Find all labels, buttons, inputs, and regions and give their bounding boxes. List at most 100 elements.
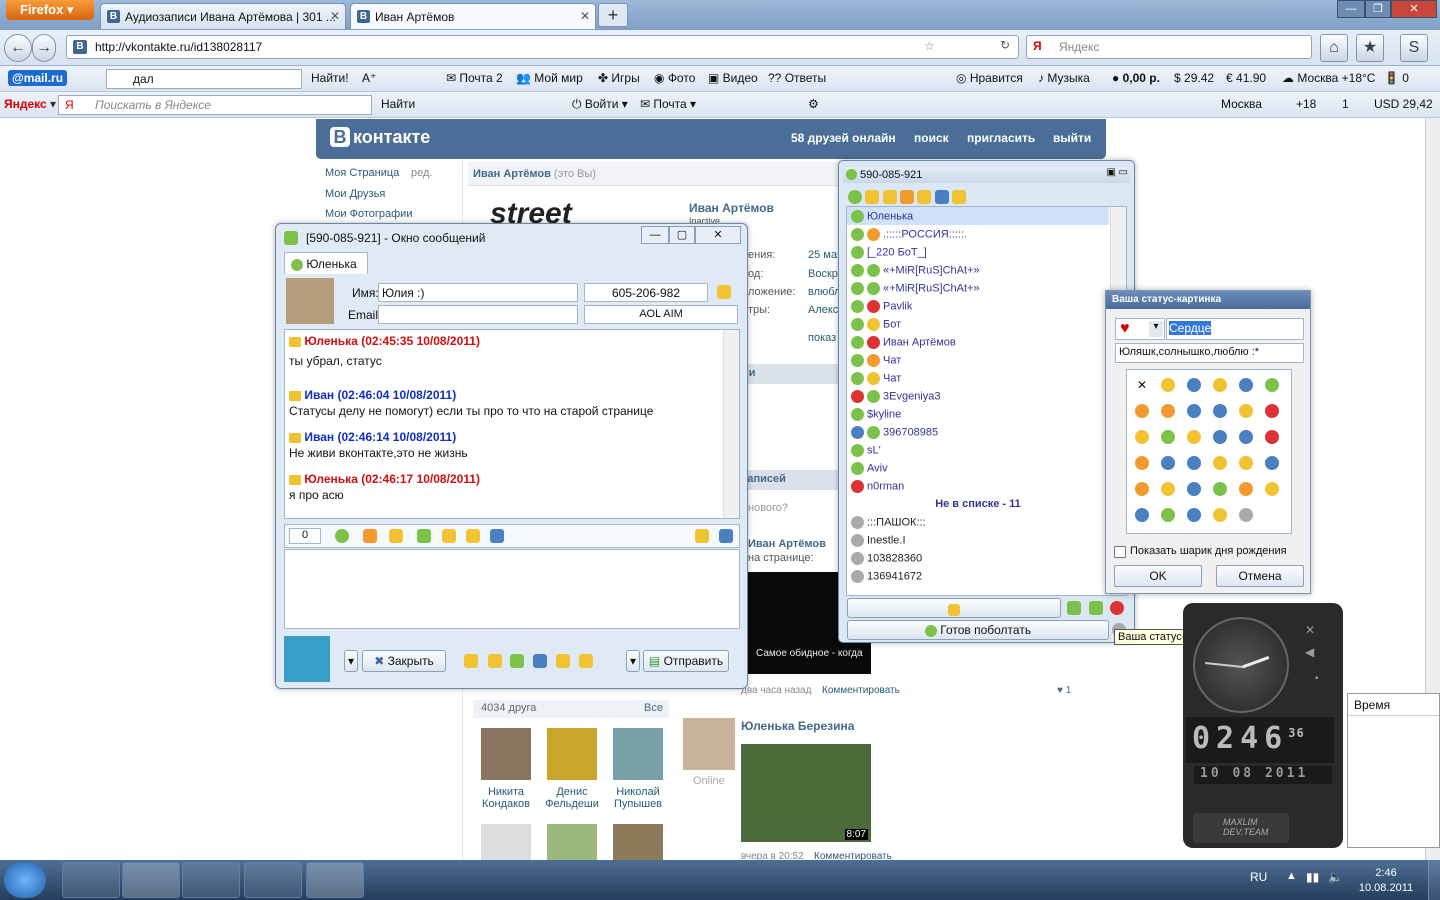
tab-audio[interactable]: В Аудиозаписи Ивана Артёмова | 301 ... ✕ xyxy=(100,3,346,29)
minimize-button[interactable]: — xyxy=(1337,0,1365,18)
traffic-icon[interactable]: 🚦 0 xyxy=(1384,71,1409,85)
friend-photo[interactable] xyxy=(481,824,531,860)
picture-icon[interactable] xyxy=(1239,430,1253,444)
tray-expand-icon[interactable]: ▲ xyxy=(1286,870,1297,882)
name-field[interactable]: Юлия :) xyxy=(378,283,578,302)
history-button-icon[interactable] xyxy=(488,654,502,668)
home-icon[interactable]: ⌂ xyxy=(1320,34,1348,62)
birthday-checkbox[interactable] xyxy=(1114,546,1126,558)
yandex-logo[interactable]: Яндекс ▾ xyxy=(4,97,56,111)
contact-item[interactable]: n0rman xyxy=(851,480,904,498)
contact-item[interactable]: Бот xyxy=(851,318,901,336)
gadget-prev-icon[interactable]: ◀ xyxy=(1305,645,1314,659)
picture-icon[interactable] xyxy=(442,529,456,543)
email-field[interactable] xyxy=(378,305,578,324)
picture-icon[interactable] xyxy=(1239,404,1253,418)
mailru-search-input[interactable]: дал xyxy=(106,69,302,89)
history-icon[interactable] xyxy=(466,529,480,543)
contact-item[interactable]: :::ПАШОК::: xyxy=(851,516,926,534)
chat-scrollbar[interactable] xyxy=(723,330,739,518)
invite-link[interactable]: пригласить xyxy=(967,131,1035,145)
picture-icon[interactable] xyxy=(1161,404,1175,418)
show-desktop-button[interactable] xyxy=(1428,860,1440,900)
chat-history[interactable]: Юленька (02:45:35 10/08/2011) ты убрал, с… xyxy=(284,329,740,519)
contact-item[interactable]: Ιnestle.Ι xyxy=(851,534,906,552)
picture-icon[interactable] xyxy=(1135,404,1149,418)
network-icon[interactable]: ▮▮ xyxy=(1306,870,1319,884)
maximize-button[interactable]: ❐ xyxy=(1365,0,1391,18)
system-clock[interactable]: 2:46 10.08.2011 xyxy=(1356,866,1416,896)
close-button[interactable]: ✖ Закрыть xyxy=(362,650,446,672)
friends-online-link[interactable]: 58 друзей онлайн xyxy=(791,131,896,145)
sidebar-my-photos[interactable]: Мои Фотографии xyxy=(325,208,412,220)
info-value[interactable]: Воскр xyxy=(808,268,838,280)
picture-icon[interactable] xyxy=(1265,482,1279,496)
options-icon[interactable] xyxy=(1089,601,1103,615)
group-header[interactable]: Не в списке - 11 xyxy=(847,498,1109,510)
answers-link[interactable]: ?? Ответы xyxy=(768,71,826,85)
friend-photo[interactable] xyxy=(547,824,597,860)
close-window-button[interactable]: ✕ xyxy=(1391,0,1437,18)
info-value[interactable]: Алекс xyxy=(808,304,838,316)
minimize-button[interactable]: — xyxy=(641,226,669,244)
info-icon[interactable] xyxy=(717,285,731,299)
picture-icon[interactable] xyxy=(1187,482,1201,496)
contact-item[interactable]: 396708985 xyxy=(851,426,938,444)
picture-icon[interactable] xyxy=(1187,430,1201,444)
tab-contact[interactable]: Юленька xyxy=(284,252,368,274)
friend-photo[interactable] xyxy=(613,728,663,780)
skype-icon[interactable]: S xyxy=(1400,34,1428,62)
money-value[interactable]: ● 0,00 р. xyxy=(1112,71,1160,85)
friend-photo[interactable] xyxy=(481,728,531,780)
message-input[interactable] xyxy=(284,549,740,629)
myworld-link[interactable]: 👥 Мой мир xyxy=(516,71,583,85)
wall-post-author[interactable]: Иван Артёмов xyxy=(748,538,826,550)
restore-icon[interactable]: ▣ xyxy=(1107,167,1116,178)
like-counter[interactable]: ♥ 1 xyxy=(1057,685,1071,696)
address-bar[interactable]: Вhttp://vkontakte.ru/id138028117 xyxy=(66,35,1019,59)
sidebar-my-page[interactable]: Моя Страница xyxy=(325,167,399,179)
mail-link[interactable]: ✉ Почта 2 xyxy=(446,71,503,85)
friend-name[interactable]: Никита Кондаков xyxy=(474,786,538,810)
picture-icon[interactable] xyxy=(1135,482,1149,496)
heart-icon[interactable] xyxy=(1265,430,1279,444)
contact-item[interactable]: Aviv xyxy=(851,462,888,480)
sidebar-my-friends[interactable]: Мои Друзья xyxy=(325,188,385,200)
picture-icon[interactable] xyxy=(1265,404,1279,418)
back-button[interactable]: ← xyxy=(4,34,32,62)
picture-icon[interactable] xyxy=(1161,508,1175,522)
users-icon[interactable] xyxy=(533,654,547,668)
contact-list[interactable]: Юленька .:::::РОССИЯ:::::. [_220 БоТ_] «… xyxy=(846,206,1127,596)
edit-link[interactable]: ред. xyxy=(411,167,432,179)
contact-item[interactable]: 136941672 xyxy=(851,570,922,588)
maximize-button[interactable]: ▢ xyxy=(669,226,695,244)
picture-dropdown[interactable]: ♥ ▾ xyxy=(1115,318,1165,340)
firefox-icon[interactable] xyxy=(122,862,180,898)
info-icon[interactable] xyxy=(952,189,967,204)
games-link[interactable]: ✤ Игры xyxy=(598,71,640,85)
picture-icon[interactable] xyxy=(1187,508,1201,522)
gadget-close-icon[interactable]: ✕ xyxy=(1305,623,1315,637)
tab-profile[interactable]: В Иван Артёмов ✕ xyxy=(350,3,596,29)
picture-icon[interactable] xyxy=(1135,508,1149,522)
picture-icon[interactable] xyxy=(1161,378,1175,392)
text-format-icon[interactable] xyxy=(363,529,377,543)
picture-icon[interactable] xyxy=(1265,456,1279,470)
logout-link[interactable]: выйти xyxy=(1053,131,1091,145)
note-icon[interactable] xyxy=(695,529,709,543)
mail-agent-icon[interactable] xyxy=(182,862,240,898)
search-icon[interactable] xyxy=(934,189,949,204)
menu-icon[interactable] xyxy=(865,189,880,204)
status-icon[interactable] xyxy=(848,189,862,204)
cancel-button[interactable]: Отмена xyxy=(1216,565,1304,587)
save-icon[interactable] xyxy=(417,529,431,543)
tab-close-icon[interactable]: ✕ xyxy=(580,9,590,23)
bookmark-star-icon[interactable]: ☆ xyxy=(924,39,935,53)
close-dropdown[interactable]: ▾ xyxy=(344,650,358,672)
picture-icon[interactable] xyxy=(1187,456,1201,470)
post-author[interactable]: Юленька Березина xyxy=(741,719,854,733)
search-box[interactable]: Я Яндекс xyxy=(1026,35,1312,59)
heart-icon[interactable] xyxy=(1110,601,1124,615)
translate-icon[interactable] xyxy=(490,529,504,543)
friend-photo[interactable] xyxy=(613,824,663,860)
